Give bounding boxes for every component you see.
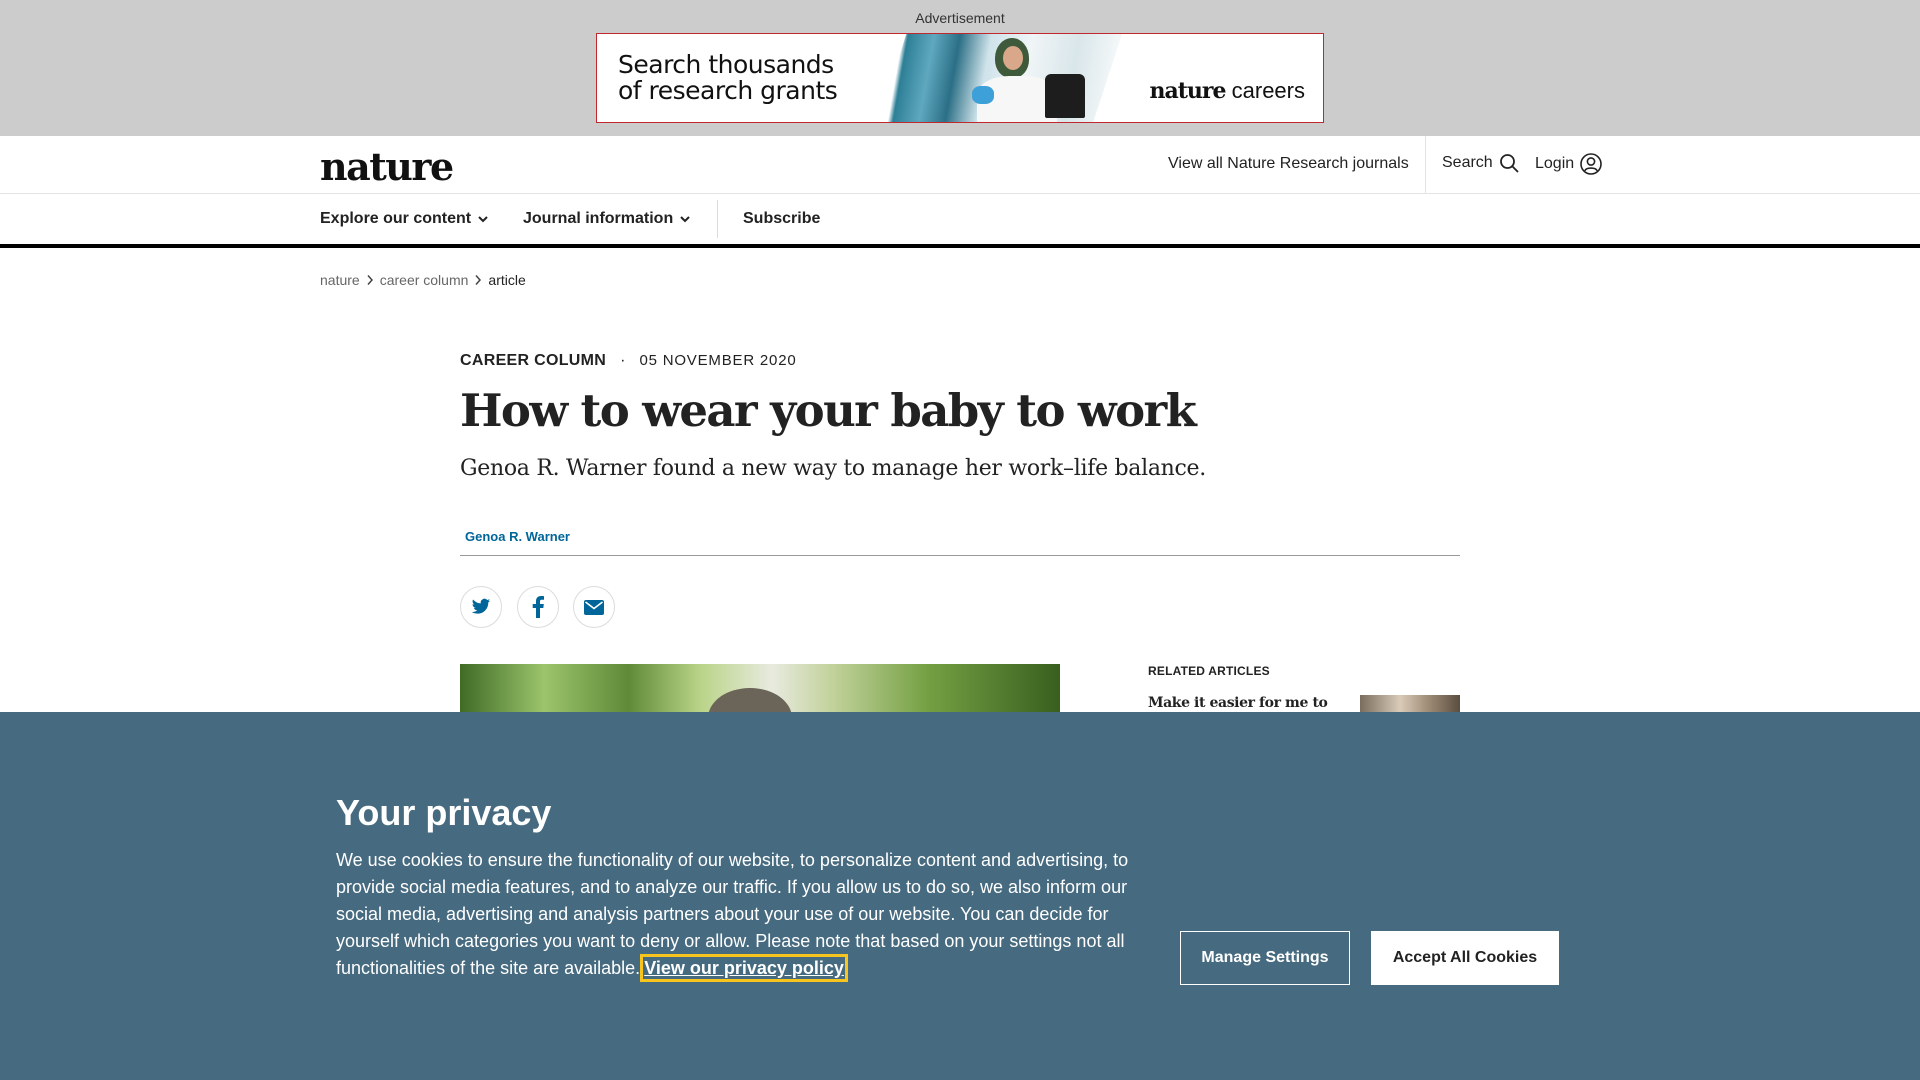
breadcrumb-nature[interactable]: nature: [320, 272, 360, 288]
ad-brand-regular: careers: [1225, 78, 1305, 103]
search-button[interactable]: Search: [1442, 153, 1519, 173]
ad-banner[interactable]: Search thousands of research grants natu…: [596, 33, 1324, 123]
nature-logo[interactable]: nature: [320, 144, 454, 189]
meta-separator: ·: [620, 352, 626, 369]
ad-headline: Search thousands of research grants: [618, 50, 838, 105]
cookie-title: Your privacy: [336, 792, 552, 833]
cookie-banner: Your privacy We use cookies to ensure th…: [0, 712, 1920, 1080]
nav-explore-content[interactable]: Explore our content: [320, 210, 489, 228]
article-hero-image: [460, 664, 1060, 712]
privacy-policy-link[interactable]: View our privacy policy: [640, 954, 848, 982]
article-type: CAREER COLUMN: [460, 352, 607, 369]
chevron-down-icon: [478, 216, 488, 223]
cookie-body: We use cookies to ensure the functionali…: [336, 847, 1136, 982]
view-all-journals-link[interactable]: View all Nature Research journals: [1168, 155, 1409, 173]
ad-photo-face: [1003, 46, 1023, 70]
ad-brand-logo: nature careers: [1150, 78, 1305, 104]
article-title: How to wear your baby to work: [460, 384, 1197, 437]
ad-photo-glove: [972, 86, 994, 104]
user-icon: [1580, 153, 1602, 175]
article-date: 05 NOVEMBER 2020: [639, 352, 797, 369]
share-facebook-button[interactable]: [517, 586, 559, 628]
twitter-icon: [471, 598, 491, 614]
related-article-link[interactable]: Make it easier for me to: [1148, 695, 1328, 711]
ad-photo-microscope: [1045, 74, 1085, 118]
author-divider: [460, 555, 1460, 556]
share-twitter-button[interactable]: [460, 586, 502, 628]
hero-image-subject: [708, 688, 792, 712]
ad-brand-bold: nature: [1149, 78, 1227, 104]
nav-journal-information[interactable]: Journal information: [523, 210, 691, 228]
related-articles-heading: RELATED ARTICLES: [1148, 664, 1270, 678]
ad-label: Advertisement: [915, 10, 1005, 26]
manage-settings-button[interactable]: Manage Settings: [1180, 931, 1350, 985]
breadcrumb: nature career column article: [320, 272, 526, 288]
site-header: nature View all Nature Research journals…: [0, 136, 1920, 194]
ad-photo: [877, 34, 1122, 122]
share-email-button[interactable]: [573, 586, 615, 628]
ad-band: Advertisement Search thousands of resear…: [0, 0, 1920, 136]
chevron-down-icon: [680, 216, 690, 223]
chevron-right-icon: [367, 275, 373, 285]
article-meta: CAREER COLUMN · 05 NOVEMBER 2020: [460, 352, 797, 370]
main-nav: Explore our content Journal information …: [0, 194, 1920, 248]
chevron-right-icon: [475, 275, 482, 285]
facebook-icon: [532, 596, 544, 618]
login-label: Login: [1535, 155, 1575, 172]
breadcrumb-article: article: [488, 272, 526, 288]
nav-subscribe[interactable]: Subscribe: [743, 210, 820, 228]
email-icon: [584, 599, 604, 615]
nav-explore-label: Explore our content: [320, 210, 472, 227]
ad-headline-line1: Search thousands: [618, 50, 834, 79]
author-link[interactable]: Genoa R. Warner: [465, 529, 570, 544]
login-button[interactable]: Login: [1535, 153, 1602, 175]
search-label: Search: [1442, 154, 1493, 171]
article-standfirst: Genoa R. Warner found a new way to manag…: [460, 456, 1206, 481]
header-divider: [1425, 136, 1426, 193]
accept-all-cookies-button[interactable]: Accept All Cookies: [1371, 931, 1559, 985]
breadcrumb-career-column[interactable]: career column: [380, 272, 469, 288]
nav-journal-label: Journal information: [523, 210, 674, 227]
search-icon: [1499, 154, 1519, 173]
nav-divider: [717, 200, 718, 238]
ad-headline-line2: of research grants: [618, 76, 838, 105]
